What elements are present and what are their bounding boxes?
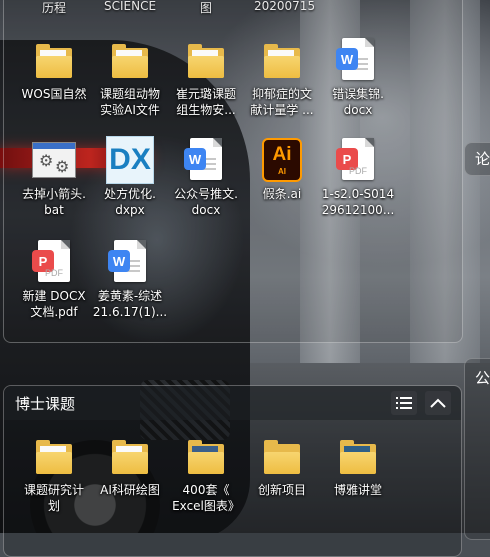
collapse-button[interactable] [425, 391, 451, 415]
folder-icon [188, 44, 224, 78]
folder-icon [112, 440, 148, 474]
desktop-item-research-plan[interactable]: 课题研究计 划 [14, 432, 94, 514]
chevron-up-icon [430, 398, 446, 408]
folder-icon [36, 440, 72, 474]
list-icon [396, 397, 412, 409]
pdf-icon: P PDF [336, 138, 374, 180]
desktop-item-depression-bibliometrics[interactable]: 抑郁症的文 献计量学 ... [242, 36, 322, 118]
desktop-item-animal-ai[interactable]: 课题组动物 实验AI文件 [90, 36, 170, 118]
desktop-item-innovation[interactable]: 创新项目 [242, 432, 322, 498]
folder-icon [264, 44, 300, 78]
desktop-item-cui-biosafety[interactable]: 崔元璐课题 组生物安... [166, 36, 246, 118]
desktop-item-ai-drawing[interactable]: AI科研绘图 [90, 432, 170, 498]
dx-icon: DX [106, 136, 154, 184]
word-icon: W [108, 240, 146, 282]
folder-icon [188, 440, 224, 474]
fence-title: 博士课题 [15, 395, 76, 413]
folder-icon [112, 44, 148, 78]
list-view-button[interactable] [391, 391, 417, 415]
desktop-item-error-docx[interactable]: W 错误集锦. docx [318, 36, 398, 118]
bat-icon: ⚙ ⚙ [32, 142, 76, 178]
desktop-item-curcumin-review[interactable]: W 姜黄素-综述 21.6.17(1)... [90, 238, 170, 320]
word-icon: W [184, 138, 222, 180]
pdf-icon: P PDF [32, 240, 70, 282]
desktop-item-s2-pdf[interactable]: P PDF 1-s2.0-S014 29612100... [318, 136, 398, 218]
folder-icon [340, 440, 376, 474]
side-fence-upper[interactable]: 论 [464, 142, 490, 176]
desktop-item-wos[interactable]: WOS国自然 [14, 36, 94, 102]
desktop-item-wechat-post-docx[interactable]: W 公众号推文. docx [166, 136, 246, 218]
desktop-item-prescription-dxpx[interactable]: DX 处方优化. dxpx [90, 136, 170, 218]
desktop-item-excel-charts[interactable]: 400套《 Excel图表》 [166, 432, 246, 514]
desktop-item-boya-lecture[interactable]: 博雅讲堂 [318, 432, 398, 498]
ai-icon: Ai AI [262, 138, 302, 182]
word-icon: W [336, 38, 374, 80]
desktop-item-leave-ai[interactable]: Ai AI 假条.ai [242, 136, 322, 202]
fence-header[interactable]: 博士课题 [4, 386, 461, 420]
side-fence-lower[interactable]: 公 [464, 358, 490, 540]
desktop-item-new-docx-pdf[interactable]: P PDF 新建 DOCX 文档.pdf [14, 238, 94, 320]
folder-icon [36, 44, 72, 78]
desktop-item-remove-arrow-bat[interactable]: ⚙ ⚙ 去掉小箭头. bat [14, 136, 94, 218]
folder-icon [264, 440, 300, 474]
